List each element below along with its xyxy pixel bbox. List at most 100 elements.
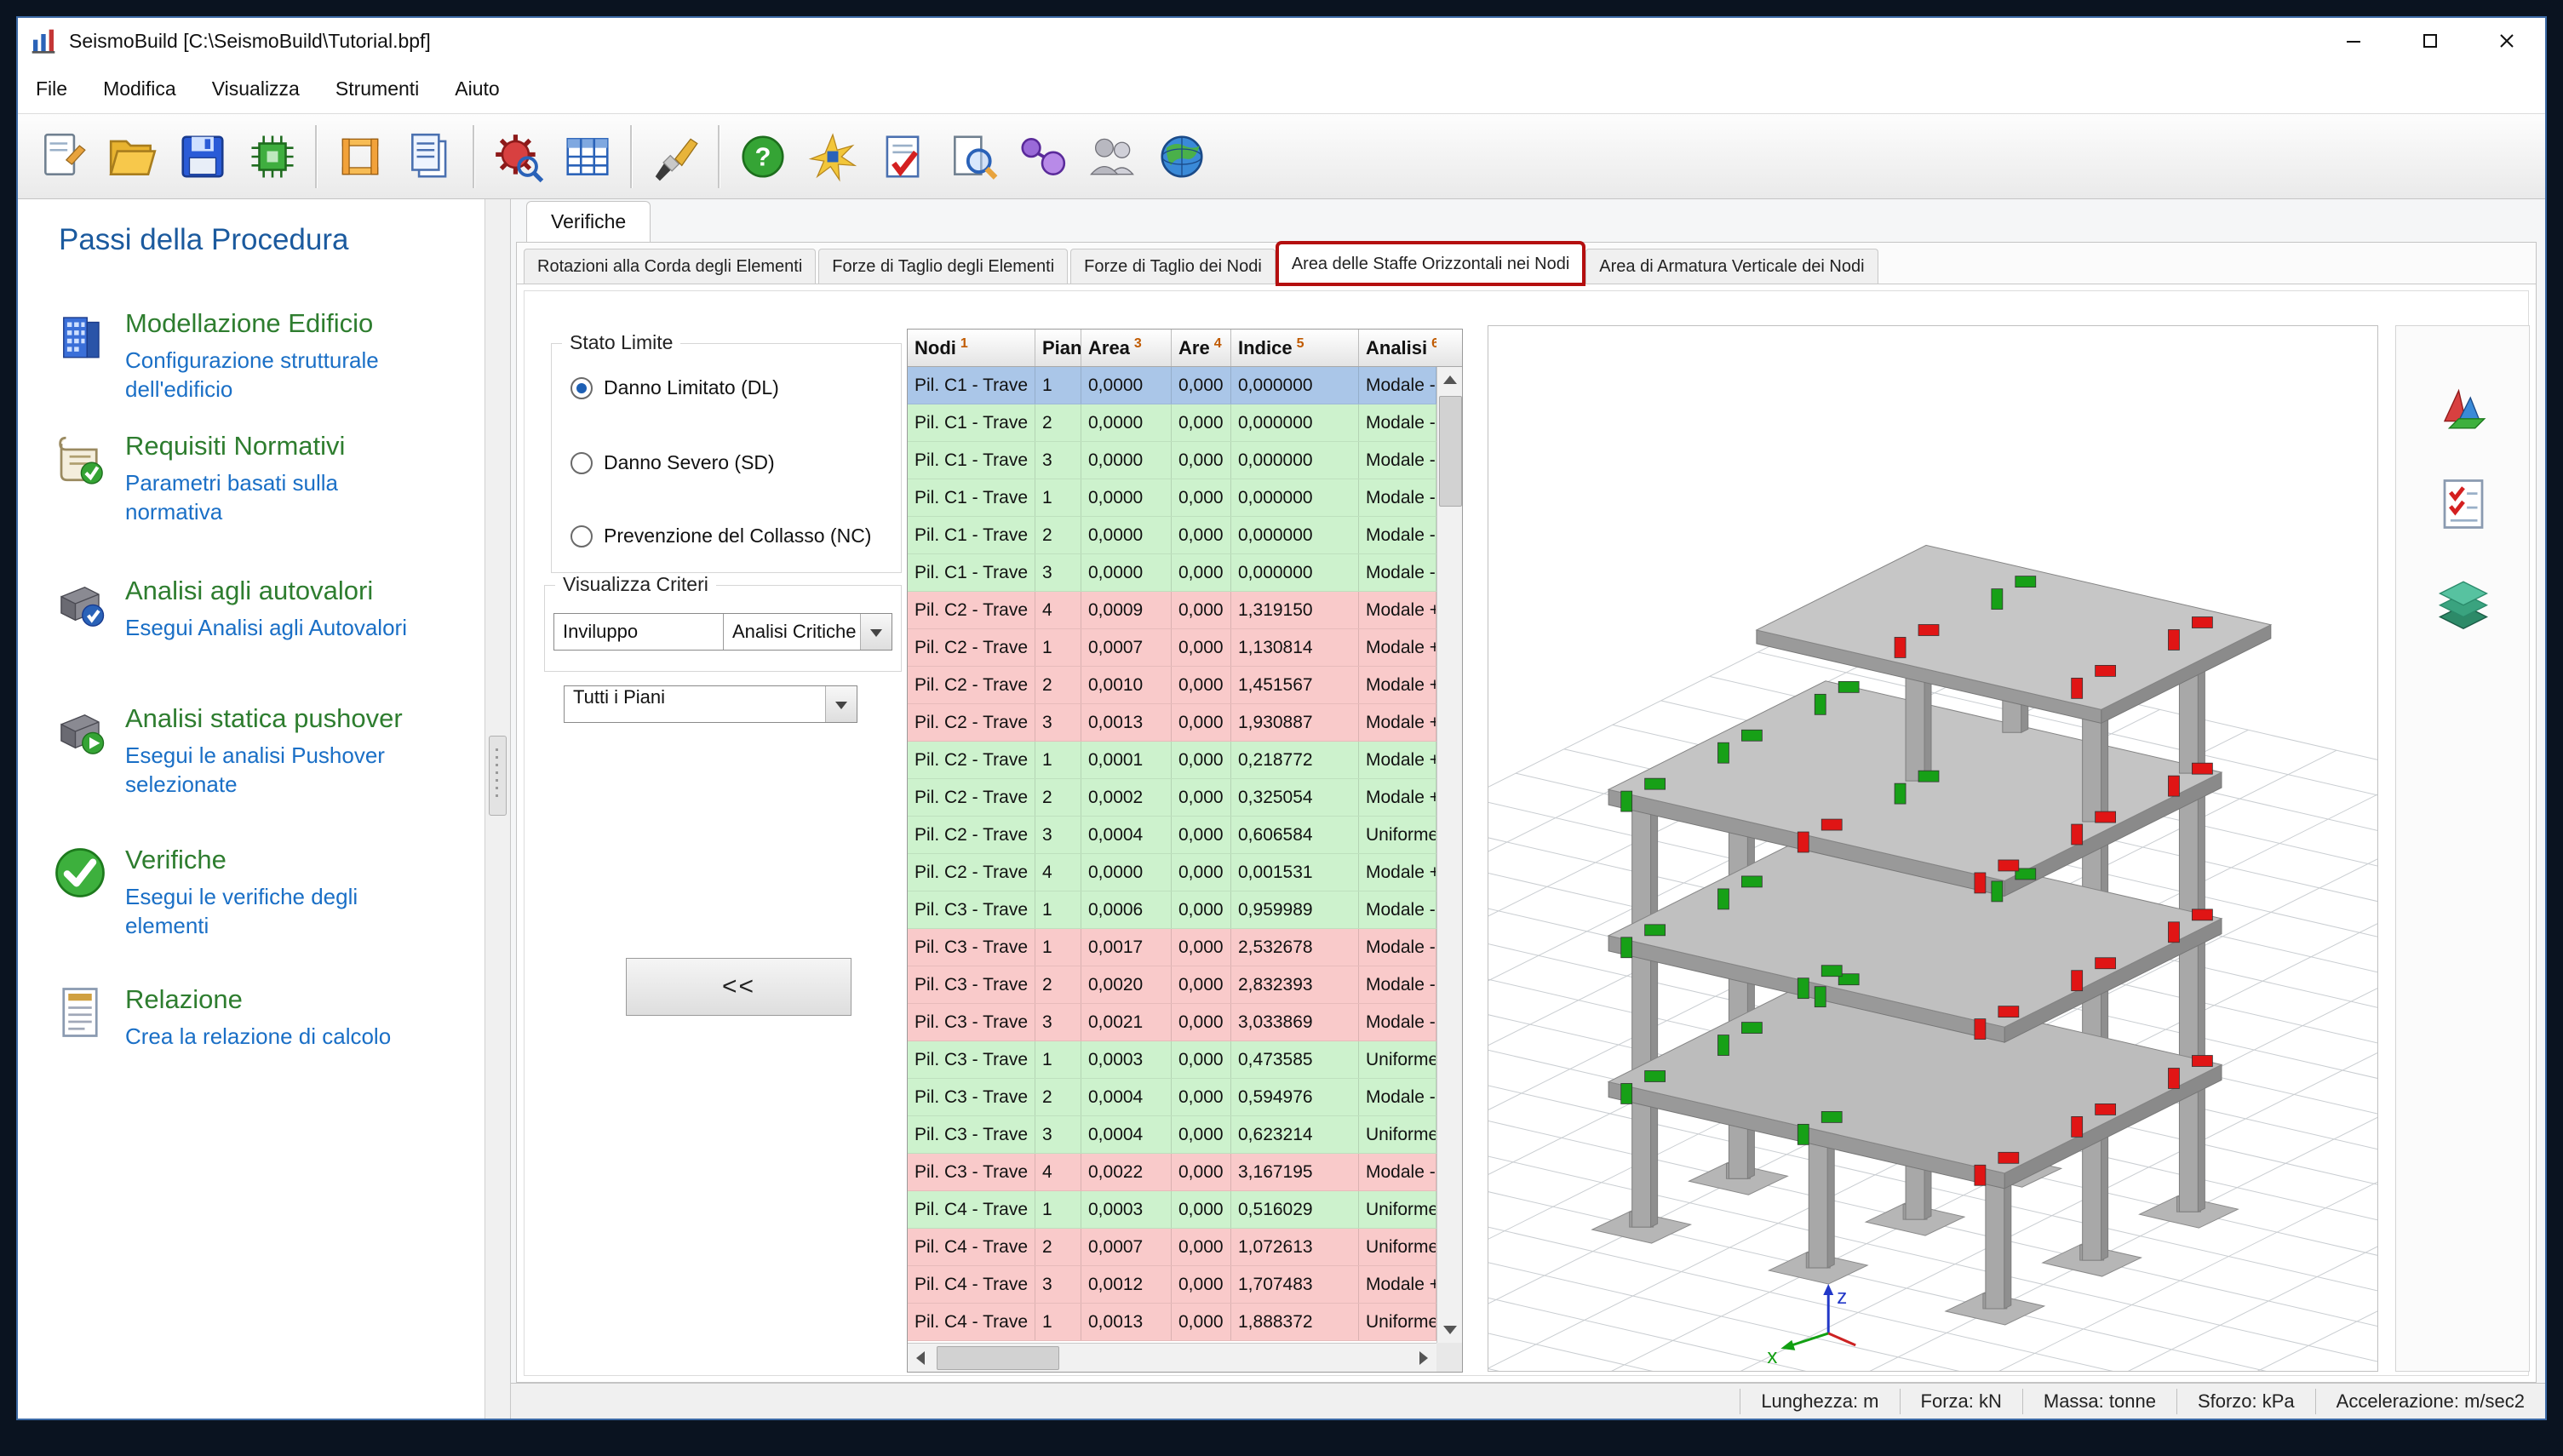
table-row[interactable]: Pil. C3 - Trave 1 0,0006 0,000 0,959989 Modal…	[908, 891, 1436, 929]
display-settings-button[interactable]	[2427, 370, 2500, 444]
horizontal-scroll-thumb[interactable]	[937, 1346, 1059, 1370]
menu-file[interactable]: File	[18, 77, 85, 100]
scroll-left-icon[interactable]	[908, 1344, 933, 1372]
table-row[interactable]: Pil. C4 - Trave 1 0,0013 0,000 1,888372 Unifo…	[908, 1304, 1436, 1341]
radio-danno-limitato[interactable]: Danno Limitato (DL)	[571, 376, 779, 399]
table-row[interactable]: Pil. C3 - Trave 2 0,0004 0,000 0,594976 Modal…	[908, 1079, 1436, 1116]
open-project-button[interactable]	[98, 120, 168, 193]
step-analisi-pushover[interactable]: Analisi statica pushover Esegui le anali…	[52, 703, 471, 800]
collapse-panel-button[interactable]: <<	[626, 958, 851, 1016]
seismo-help-button[interactable]	[798, 120, 868, 193]
table-row[interactable]: Pil. C2 - Trave 3 0,0004 0,000 0,606584 Unifo…	[908, 817, 1436, 854]
splitter-grip[interactable]	[489, 736, 507, 816]
save-project-button[interactable]	[168, 120, 238, 193]
menu-aiuto[interactable]: Aiuto	[437, 77, 517, 100]
checks-button[interactable]	[868, 120, 937, 193]
table-row[interactable]: Pil. C2 - Trave 2 0,0010 0,000 1,451567 Modal…	[908, 667, 1436, 704]
step-verifiche[interactable]: Verifiche Esegui le verifiche degli elem…	[52, 845, 471, 941]
cell-area2: 0,000	[1172, 367, 1231, 404]
step-modellazione-edificio[interactable]: Modellazione Edificio Configurazione str…	[52, 308, 471, 404]
step-subtitle: Esegui Analisi agli Autovalori	[125, 615, 407, 640]
vertical-scrollbar[interactable]	[1436, 367, 1462, 1343]
table-row[interactable]: Pil. C3 - Trave 4 0,0022 0,000 3,167195 Modal…	[908, 1154, 1436, 1191]
checks-report-button[interactable]	[2427, 467, 2500, 541]
radio-prevenzione-collasso[interactable]: Prevenzione del Collasso (NC)	[571, 525, 871, 547]
subtab-area-staffe-orizzontali[interactable]: Area delle Staffe Orizzontali nei Nodi	[1275, 241, 1586, 286]
chevron-down-icon[interactable]	[860, 614, 892, 650]
website-button[interactable]	[1147, 120, 1217, 193]
table-row[interactable]: Pil. C3 - Trave 1 0,0017 0,000 2,532678 Modal…	[908, 929, 1436, 966]
table-row[interactable]: Pil. C2 - Trave 4 0,0009 0,000 1,319150 Modal…	[908, 592, 1436, 629]
subtab-forze-taglio-elementi[interactable]: Forze di Taglio degli Elementi	[818, 249, 1069, 284]
cell-nodi: Pil. C1 - Trave	[908, 517, 1035, 553]
people-icon	[1090, 138, 1134, 175]
floors-dropdown[interactable]: Tutti i Piani	[564, 685, 857, 723]
radio-danno-severo[interactable]: Danno Severo (SD)	[571, 451, 775, 474]
header-indice[interactable]: Indice 5	[1231, 330, 1359, 366]
layers-button[interactable]	[2427, 566, 2500, 639]
table-row[interactable]: Pil. C1 - Trave 2 0,0000 0,000 0,000000 Modal…	[908, 517, 1436, 554]
building-modeller-button[interactable]	[325, 120, 395, 193]
close-button[interactable]	[2468, 18, 2545, 64]
table-row[interactable]: Pil. C1 - Trave 2 0,0000 0,000 0,000000 Modal…	[908, 404, 1436, 442]
header-area1[interactable]: Area 3	[1081, 330, 1172, 366]
step-analisi-autovalori[interactable]: Analisi agli autovalori Esegui Analisi a…	[52, 576, 471, 642]
svg-text:x: x	[1767, 1345, 1777, 1368]
floors-value: Tutti i Piani	[573, 686, 666, 708]
table-row[interactable]: Pil. C2 - Trave 3 0,0013 0,000 1,930887 Modal…	[908, 704, 1436, 742]
copy-report-button[interactable]	[395, 120, 465, 193]
app-logo-icon	[30, 27, 57, 54]
table-row[interactable]: Pil. C2 - Trave 1 0,0007 0,000 1,130814 Modal…	[908, 629, 1436, 667]
table-row[interactable]: Pil. C1 - Trave 3 0,0000 0,000 0,000000 Modal…	[908, 554, 1436, 592]
scroll-down-icon[interactable]	[1437, 1317, 1462, 1343]
connectivity-button[interactable]	[1007, 120, 1077, 193]
header-nodi[interactable]: Nodi 1	[908, 330, 1035, 366]
menu-visualizza[interactable]: Visualizza	[194, 77, 318, 100]
svg-text:z: z	[1837, 1286, 1847, 1309]
menu-strumenti[interactable]: Strumenti	[318, 77, 437, 100]
table-row[interactable]: Pil. C2 - Trave 4 0,0000 0,000 0,001531 Modal…	[908, 854, 1436, 891]
subtab-area-armatura-verticale[interactable]: Area di Armatura Verticale dei Nodi	[1585, 249, 1878, 284]
table-row[interactable]: Pil. C4 - Trave 1 0,0003 0,000 0,516029 Unifo…	[908, 1191, 1436, 1229]
horizontal-scrollbar[interactable]	[908, 1343, 1436, 1372]
table-row[interactable]: Pil. C3 - Trave 1 0,0003 0,000 0,473585 Unifo…	[908, 1041, 1436, 1079]
subtab-forze-taglio-nodi[interactable]: Forze di Taglio dei Nodi	[1070, 249, 1276, 284]
table-row[interactable]: Pil. C4 - Trave 2 0,0007 0,000 1,072613 Unifo…	[908, 1229, 1436, 1266]
header-piano[interactable]: Pian2	[1035, 330, 1081, 366]
step-requisiti-normativi[interactable]: Requisiti Normativi Parametri basati sul…	[52, 431, 471, 527]
new-file-button[interactable]	[28, 120, 98, 193]
table-row[interactable]: Pil. C3 - Trave 3 0,0004 0,000 0,623214 Unifo…	[908, 1116, 1436, 1154]
cell-indice: 0,606584	[1231, 817, 1359, 853]
vertical-scroll-thumb[interactable]	[1439, 396, 1462, 507]
sidebar-splitter[interactable]	[485, 199, 511, 1419]
model-3d-view[interactable]: zx	[1488, 325, 2378, 1372]
scroll-up-icon[interactable]	[1437, 367, 1462, 393]
menu-modifica[interactable]: Modifica	[85, 77, 194, 100]
display-options-button[interactable]	[640, 120, 710, 193]
processor-settings-button[interactable]	[238, 120, 307, 193]
header-analisi[interactable]: Analisi 6	[1359, 330, 1436, 366]
step-relazione[interactable]: Relazione Crea la relazione di calcolo	[52, 984, 471, 1051]
criteria-combo[interactable]: Inviluppo Analisi Critiche	[553, 613, 892, 651]
status-forza: Forza: kN	[1899, 1388, 2022, 1414]
tab-verifiche[interactable]: Verifiche	[526, 201, 651, 242]
preview-button[interactable]	[937, 120, 1007, 193]
subtab-rotazioni-corda[interactable]: Rotazioni alla Corda degli Elementi	[524, 249, 817, 284]
table-row[interactable]: Pil. C4 - Trave 3 0,0012 0,000 1,707483 Modal…	[908, 1266, 1436, 1304]
scroll-right-icon[interactable]	[1411, 1344, 1436, 1372]
table-row[interactable]: Pil. C2 - Trave 1 0,0001 0,000 0,218772 Modal…	[908, 742, 1436, 779]
table-row[interactable]: Pil. C1 - Trave 1 0,0000 0,000 0,000000 Modal…	[908, 367, 1436, 404]
header-area2[interactable]: Are 4	[1172, 330, 1231, 366]
table-row[interactable]: Pil. C1 - Trave 1 0,0000 0,000 0,000000 Modal…	[908, 479, 1436, 517]
forum-button[interactable]	[1077, 120, 1147, 193]
table-row[interactable]: Pil. C2 - Trave 2 0,0002 0,000 0,325054 Modal…	[908, 779, 1436, 817]
table-row[interactable]: Pil. C3 - Trave 2 0,0020 0,000 2,832393 Modal…	[908, 966, 1436, 1004]
table-row[interactable]: Pil. C1 - Trave 3 0,0000 0,000 0,000000 Modal…	[908, 442, 1436, 479]
run-analysis-button[interactable]	[483, 120, 553, 193]
minimize-button[interactable]	[2315, 18, 2392, 64]
table-row[interactable]: Pil. C3 - Trave 3 0,0021 0,000 3,033869 Modal…	[908, 1004, 1436, 1041]
show-results-button[interactable]	[553, 120, 622, 193]
chevron-down-icon[interactable]	[825, 686, 857, 722]
help-button[interactable]: ?	[728, 120, 798, 193]
maximize-button[interactable]	[2392, 18, 2468, 64]
